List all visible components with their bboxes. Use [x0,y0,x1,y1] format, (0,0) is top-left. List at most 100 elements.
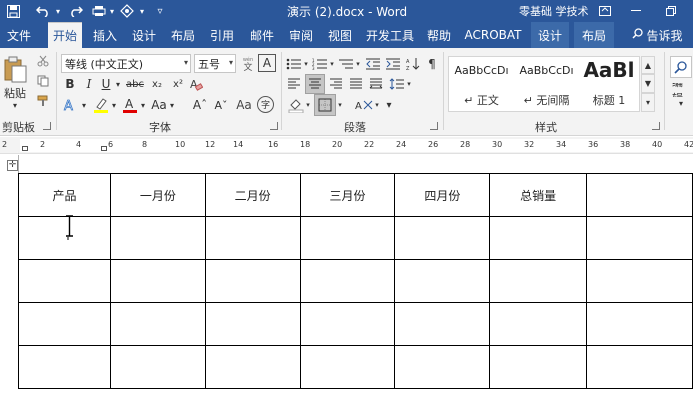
styles-scroll-down-icon[interactable]: ▼ [641,74,655,93]
grow-font-icon[interactable]: Aˆ [191,96,209,114]
table-cell[interactable] [204,302,301,346]
table-cell[interactable] [18,345,111,389]
table-cell[interactable] [299,259,396,303]
change-case-dropdown-icon[interactable]: ▾ [168,96,176,114]
tab-developer[interactable]: 开发工具 [362,22,418,48]
italic-button[interactable]: I [81,75,97,93]
numbering-dropdown-icon[interactable]: ▾ [329,56,335,72]
cut-icon[interactable] [36,54,50,68]
left-indent-marker[interactable] [22,146,28,151]
table-header-cell[interactable]: 二月份 [204,173,301,217]
minimize-icon[interactable] [625,2,647,20]
subscript-icon[interactable]: x₂ [149,75,165,93]
character-border-button[interactable]: A [258,54,276,72]
shading-dropdown-icon[interactable]: ▾ [305,96,311,114]
table-cell[interactable] [489,345,587,389]
numbering-icon[interactable]: 123 [311,56,329,72]
table-cell[interactable] [204,345,301,389]
undo-icon[interactable] [34,3,52,19]
tab-insert[interactable]: 插入 [88,22,122,48]
find-icon[interactable] [670,56,692,78]
borders-icon[interactable] [314,94,336,116]
customize-qat-icon[interactable]: ▿ [154,3,166,19]
increase-indent-icon[interactable] [384,56,402,72]
underline-button[interactable]: U [98,75,114,93]
enclose-characters-button[interactable]: 字 [257,96,274,113]
asian-layout-icon[interactable]: Aa [236,96,252,114]
table-cell[interactable] [489,259,587,303]
sales-table[interactable]: 产品 一月份 二月份 三月份 四月份 总销量 [18,173,693,389]
table-cell[interactable] [299,345,396,389]
table-cell[interactable] [586,216,693,260]
table-cell[interactable] [394,302,491,346]
paste-button[interactable]: 粘贴 [0,86,30,100]
table-cell[interactable] [109,345,206,389]
multilevel-dropdown-icon[interactable]: ▾ [355,56,361,72]
tab-mailings[interactable]: 邮件 [245,22,279,48]
sort-icon[interactable]: AZ [405,56,421,72]
tab-layout[interactable]: 布局 [166,22,200,48]
table-cell[interactable] [489,216,587,260]
column-marker[interactable] [101,146,107,151]
paste-dropdown-icon[interactable]: ▾ [8,100,22,110]
ribbon-display-options-icon[interactable] [594,2,616,20]
tab-table-layout[interactable]: 布局 [574,22,614,48]
editing-dropdown-icon[interactable]: ▾ [676,98,686,108]
table-header-cell[interactable] [586,173,693,217]
table-cell[interactable] [204,259,301,303]
tab-design[interactable]: 设计 [127,22,161,48]
tab-review[interactable]: 审阅 [284,22,318,48]
align-right-icon[interactable] [327,76,345,92]
table-header-cell[interactable]: 一月份 [109,173,206,217]
shrink-font-icon[interactable]: Aˇ [212,96,230,114]
table-cell[interactable] [109,259,206,303]
chinese-layout-icon[interactable]: A [354,96,374,114]
restore-icon[interactable] [660,2,682,20]
justify-icon[interactable] [347,76,365,92]
highlight-dropdown-icon[interactable]: ▾ [110,96,118,114]
quick-print-icon[interactable] [90,3,108,19]
style-normal[interactable]: AaBbCcDı ↵ 正文 [449,58,514,108]
borders-dropdown-icon[interactable]: ▾ [336,96,344,114]
phonetic-guide-icon[interactable]: wén 文 [239,54,257,72]
multilevel-list-icon[interactable] [337,56,355,72]
text-effects-dropdown-icon[interactable]: ▾ [80,96,88,114]
line-spacing-dropdown-icon[interactable]: ▾ [406,76,412,92]
redo-icon[interactable] [67,3,85,19]
style-heading-1[interactable]: AaBl 标题 1 [579,58,639,108]
table-cell[interactable] [394,259,491,303]
text-effects-icon[interactable]: A [62,96,78,114]
font-color-dropdown-icon[interactable]: ▾ [139,96,147,114]
horizontal-ruler[interactable]: 2 2 4 6 8 10 12 14 16 18 20 22 24 26 28 30 32 34 36 38 40 42 [0,137,693,154]
highlight-icon[interactable] [92,96,110,114]
save-icon[interactable] [4,3,22,19]
shading-icon[interactable] [287,96,305,114]
touch-dropdown-icon[interactable]: ▾ [138,3,146,19]
superscript-icon[interactable]: x² [170,75,186,93]
table-cell[interactable] [394,216,491,260]
editing-button[interactable]: 编辑 [672,83,693,97]
copy-icon[interactable] [36,74,50,88]
table-cell[interactable] [18,259,111,303]
tab-table-design[interactable]: 设计 [531,22,569,48]
tab-file[interactable]: 文件 [0,22,38,48]
align-center-icon[interactable] [305,74,325,94]
tell-me-box[interactable]: 告诉我 [622,22,693,48]
table-cell[interactable] [109,302,206,346]
chinese-layout-dropdown-icon[interactable]: ▾ [374,96,380,114]
table-cell[interactable] [394,345,491,389]
styles-launcher-icon[interactable] [652,122,660,130]
format-painter-icon[interactable] [36,94,50,108]
table-cell[interactable] [204,216,301,260]
bullets-dropdown-icon[interactable]: ▾ [303,56,309,72]
table-cell[interactable] [299,216,396,260]
table-cell[interactable] [18,302,111,346]
paste-icon[interactable] [2,54,28,86]
table-cell[interactable] [586,302,693,346]
font-size-combo[interactable]: 五号 ▾ [194,54,236,73]
underline-dropdown-icon[interactable]: ▾ [114,75,122,93]
style-no-spacing[interactable]: AaBbCcDı ↵ 无间隔 [514,58,579,108]
table-header-cell[interactable]: 总销量 [489,173,587,217]
table-cell[interactable] [109,216,206,260]
line-spacing-icon[interactable] [388,76,406,92]
